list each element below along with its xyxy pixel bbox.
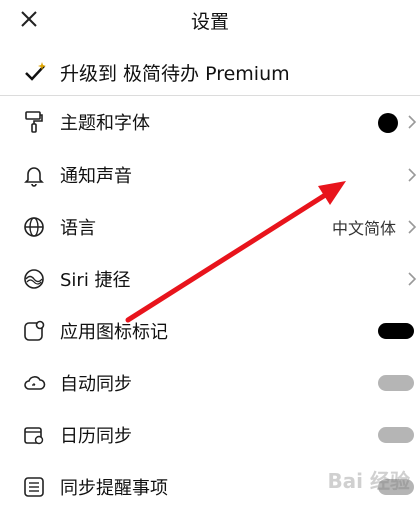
row-notification-sound[interactable]: 通知声音 [0,149,420,201]
chevron-right-icon [406,166,418,184]
row-label: Siri 捷径 [60,270,131,291]
language-value: 中文简体 [331,219,396,238]
premium-upgrade-row[interactable]: 升级到 极简待办 Premium [0,48,420,94]
row-label: 日历同步 [60,426,132,447]
app-badge-icon [22,319,46,343]
row-siri-shortcuts[interactable]: Siri 捷径 [0,253,420,305]
row-label: 通知声音 [60,166,132,187]
chevron-right-icon [406,218,418,236]
paint-roller-icon [22,110,46,134]
chevron-right-icon [406,113,418,131]
row-label: 语言 [60,218,96,239]
watermark: Bai 经验 [327,469,410,493]
top-bar: 设置 [0,0,420,40]
list-icon [22,475,46,499]
calendar-sync-icon [22,423,46,447]
row-language[interactable]: 语言 中文简体 [0,201,420,253]
row-calendar-sync[interactable]: 日历同步 [0,409,420,461]
chevron-right-icon [406,270,418,288]
checkmark-sparkle-icon [24,60,48,84]
row-label: 主题和字体 [60,113,150,134]
calendar-sync-toggle[interactable] [378,427,414,443]
siri-icon [22,267,46,291]
row-label: 自动同步 [60,374,132,395]
row-label: 同步提醒事项 [60,478,168,499]
cloud-sync-icon [22,371,46,395]
app-badge-toggle[interactable] [378,323,414,339]
row-label: 应用图标标记 [60,322,168,343]
globe-icon [22,215,46,239]
premium-label: 升级到 极简待办 Premium [60,63,290,85]
page-title: 设置 [190,11,229,33]
row-app-badge[interactable]: 应用图标标记 [0,305,420,357]
row-theme-font[interactable]: 主题和字体 [0,96,420,148]
auto-sync-toggle[interactable] [378,375,414,391]
bell-icon [22,163,46,187]
row-auto-sync[interactable]: 自动同步 [0,357,420,409]
theme-color-dot [378,113,398,133]
